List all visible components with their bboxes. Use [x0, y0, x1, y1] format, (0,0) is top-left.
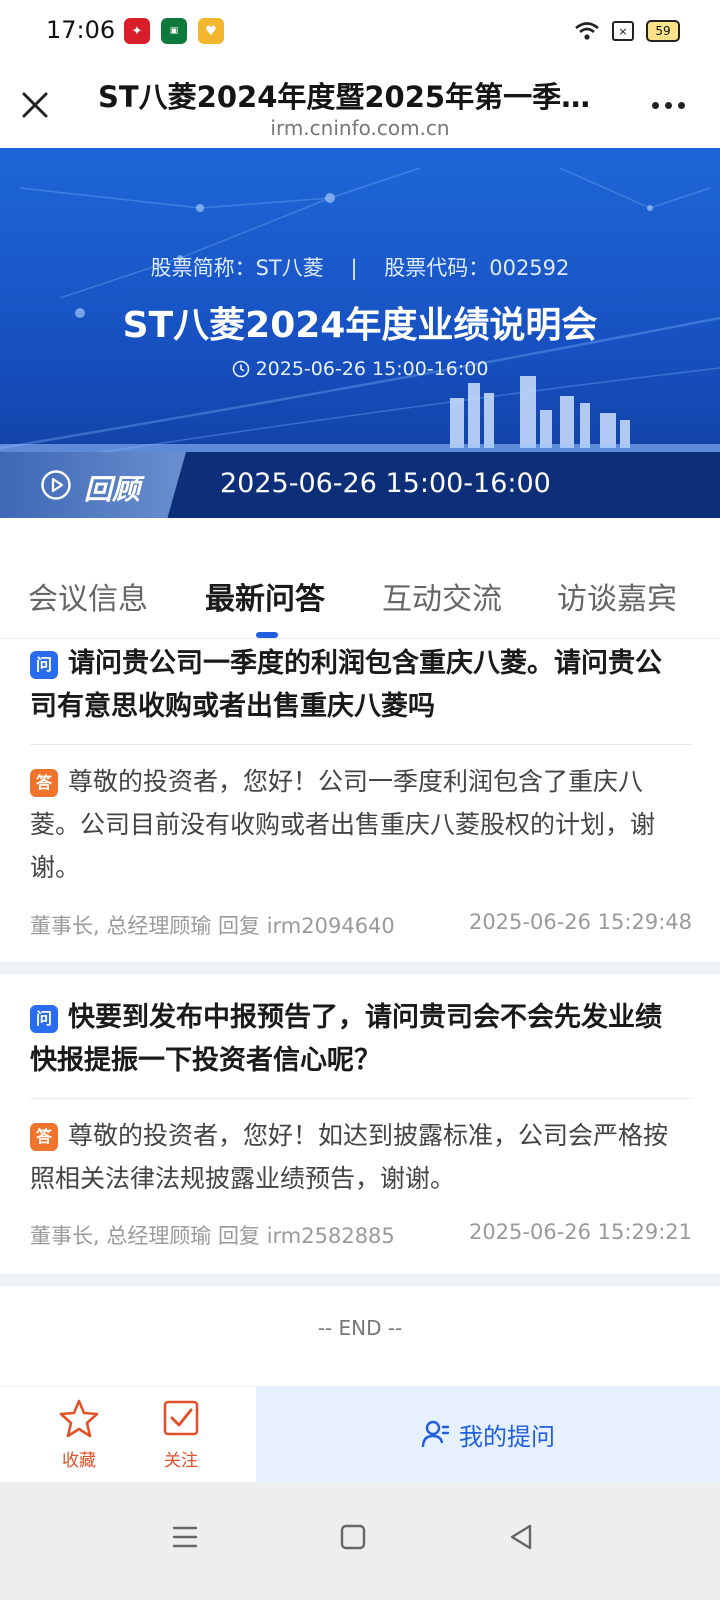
app-notification-icon: ✦ [124, 18, 150, 44]
answer-text: 答尊敬的投资者，您好！如达到披露标准，公司会严格按照相关法律法规披露业绩预告，谢… [30, 1114, 690, 1200]
app-notification-icon: ▣ [161, 18, 187, 44]
clock-icon [232, 360, 249, 378]
page-url: irm.cninfo.com.cn [270, 116, 450, 140]
answer-content: 尊敬的投资者，您好！如达到披露标准，公司会严格按照相关法律法规披露业绩预告，谢谢… [30, 1121, 669, 1193]
more-options-icon[interactable] [652, 102, 686, 112]
qa-card: 问快要到发布中报预告了，请问贵司会不会先发业绩快报提振一下投资者信心呢？ 答尊敬… [0, 994, 720, 1274]
question-badge: 问 [30, 1004, 58, 1033]
status-time: 17:06 [46, 16, 116, 44]
sim-icon: × [612, 21, 634, 41]
play-icon[interactable] [40, 469, 72, 501]
battery-level: 59 [655, 24, 671, 38]
tab-meeting-info[interactable]: 会议信息 [28, 574, 148, 618]
stock-info: 股票简称：ST八菱 | 股票代码：002592 [150, 256, 570, 280]
question-text: 问请问贵公司一季度的利润包含重庆八菱。请问贵公司有意思收购或者出售重庆八菱吗 [30, 642, 686, 728]
status-bar: 17:06 ✦ ▣ ♥ × 59 [0, 0, 720, 64]
card-gap [0, 1274, 720, 1286]
reply-time: 2025-06-26 15:29:48 [468, 910, 692, 934]
end-marker: -- END -- [317, 1316, 403, 1340]
reply-time: 2025-06-26 15:29:21 [468, 1220, 692, 1244]
card-gap [0, 962, 720, 974]
system-nav-bar [0, 1482, 720, 1600]
menu-icon[interactable] [170, 1522, 200, 1552]
wifi-icon [575, 22, 599, 40]
answer-badge: 答 [30, 1123, 58, 1151]
star-icon [59, 1399, 99, 1438]
user-question-icon [421, 1420, 450, 1448]
answer-text: 答尊敬的投资者，您好！公司一季度利润包含了重庆八菱。公司目前没有收购或者出售重庆… [30, 760, 690, 889]
app-notification-icon: ♥ [198, 18, 224, 44]
replay-time: 2025-06-26 15:00-16:00 [220, 468, 551, 499]
my-questions-label: 我的提问 [459, 1422, 555, 1451]
event-time-text: 2025-06-26 15:00-16:00 [255, 358, 489, 380]
divider [30, 1098, 692, 1099]
question-content: 快要到发布中报预告了，请问贵司会不会先发业绩快报提振一下投资者信心呢？ [30, 1002, 662, 1076]
my-questions-button[interactable]: 我的提问 [256, 1386, 720, 1482]
event-time: 2025-06-26 15:00-16:00 [0, 358, 720, 380]
reply-info: 董事长, 总经理顾瑜 回复 irm2094640 [30, 914, 395, 938]
favorite-button[interactable]: 收藏 [56, 1398, 102, 1471]
answer-content: 尊敬的投资者，您好！公司一季度利润包含了重庆八菱。公司目前没有收购或者出售重庆八… [30, 767, 656, 882]
active-tab-indicator [256, 632, 278, 638]
question-text: 问快要到发布中报预告了，请问贵司会不会先发业绩快报提振一下投资者信心呢？ [30, 996, 686, 1082]
battery-icon: 59 [646, 20, 680, 42]
question-badge: 问 [30, 650, 58, 679]
tab-latest-qa[interactable]: 最新问答 [205, 574, 325, 618]
replay-label[interactable]: 回顾 [84, 468, 140, 508]
tab-bar: 会议信息 最新问答 互动交流 访谈嘉宾 [0, 530, 720, 639]
status-app-icons: ✦ ▣ ♥ [124, 18, 224, 44]
tab-guests[interactable]: 访谈嘉宾 [557, 574, 677, 618]
qa-card: 问请问贵公司一季度的利润包含重庆八菱。请问贵公司有意思收购或者出售重庆八菱吗 答… [0, 640, 720, 962]
status-right: × 59 [574, 20, 680, 42]
event-title: ST八菱2024年度业绩说明会 [122, 305, 598, 346]
page-title: ST八菱2024年度暨2025年第一季度... [98, 80, 618, 114]
reply-info: 董事长, 总经理顾瑜 回复 irm2582885 [30, 1224, 395, 1248]
tab-interaction[interactable]: 互动交流 [382, 574, 502, 618]
follow-button[interactable]: 关注 [158, 1398, 204, 1471]
follow-label: 关注 [164, 1451, 198, 1471]
divider [30, 744, 692, 745]
back-icon[interactable] [506, 1522, 536, 1552]
favorite-label: 收藏 [62, 1451, 96, 1471]
question-content: 请问贵公司一季度的利润包含重庆八菱。请问贵公司有意思收购或者出售重庆八菱吗 [30, 648, 662, 722]
home-icon[interactable] [338, 1522, 368, 1552]
checkbox-icon [163, 1400, 199, 1436]
answer-badge: 答 [30, 769, 58, 797]
